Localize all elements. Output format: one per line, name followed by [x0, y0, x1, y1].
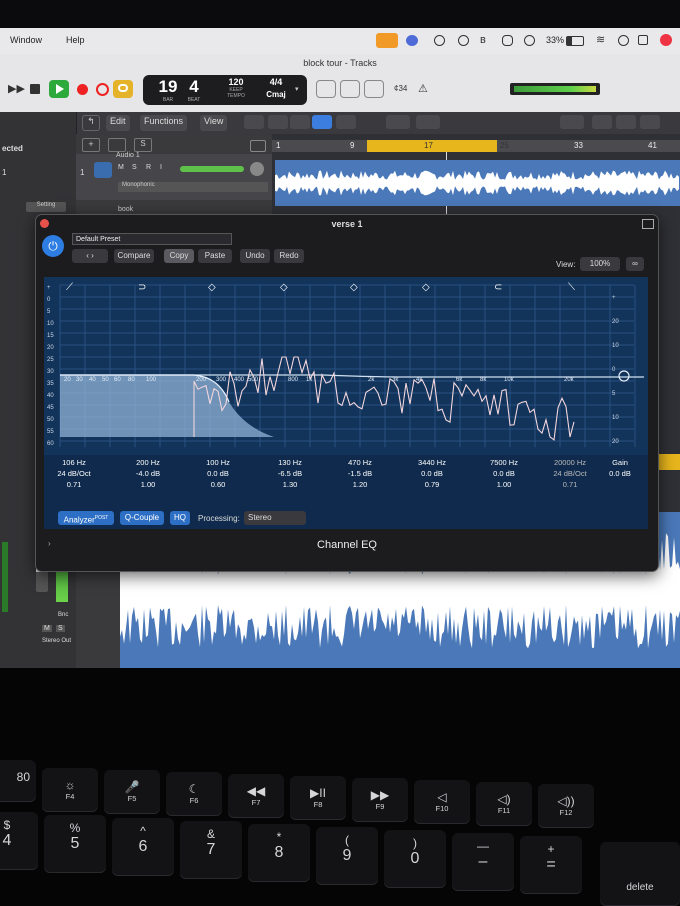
key-character: 0 — [410, 850, 420, 867]
function-key-icon: ▶▶ — [370, 788, 390, 802]
function-key-icon: ◀◀ — [246, 784, 266, 798]
delete-label: delete — [626, 882, 654, 893]
function-key-label: F5 — [127, 794, 137, 803]
function-key-label: F6 — [189, 796, 199, 805]
key-f11[interactable]: ◁) F11 — [476, 782, 532, 826]
key-f6[interactable]: ☾ F6 — [166, 772, 222, 816]
key-number[interactable]: (9 — [316, 827, 378, 885]
key-character: – — [478, 853, 488, 870]
key-f5[interactable]: 🎤 F5 — [104, 770, 160, 814]
key-number[interactable]: & 7 — [180, 821, 242, 879]
function-key-label: F8 — [313, 800, 323, 809]
delete-key[interactable]: delete — [600, 842, 680, 906]
function-key-label: F10 — [435, 804, 449, 813]
key-character: 8 — [274, 844, 284, 861]
key-number[interactable]: % 5 — [44, 815, 106, 873]
function-key-icon: ▶II — [310, 786, 326, 800]
key-number[interactable]: ^ 6 — [112, 818, 174, 876]
key-f10[interactable]: ◁ F10 — [414, 780, 470, 824]
function-key-icon: ☼ — [64, 778, 76, 792]
shift-symbol: — — [477, 839, 489, 853]
function-key-icon: ☾ — [188, 782, 200, 796]
function-key-icon: ◁ — [437, 790, 447, 804]
shift-symbol: ^ — [140, 824, 146, 838]
function-key-icon: 🎤 — [124, 780, 140, 794]
shift-symbol: & — [206, 827, 215, 841]
function-key-label: F12 — [559, 808, 573, 817]
key-character: 7 — [206, 841, 216, 858]
key-number[interactable]: * 8 — [248, 824, 310, 882]
shift-symbol: ( — [345, 833, 349, 847]
keyboard: 80 ☼ F4 🎤 F5 ☾ F6 ◀◀ F7 ▶II F8 ▶▶ F9 ◁ F10 ◁) F11 ◁)) F12 $… — [0, 0, 680, 906]
key-character: 4 — [2, 832, 12, 849]
key-character: 6 — [138, 838, 148, 855]
shift-symbol: + — [547, 842, 555, 856]
key-f8[interactable]: ▶II F8 — [290, 776, 346, 820]
shift-symbol: % — [69, 821, 81, 835]
key-f9[interactable]: ▶▶ F9 — [352, 778, 408, 822]
key-number[interactable]: + = — [520, 836, 582, 894]
key-number[interactable]: — – — [452, 833, 514, 891]
key-f12[interactable]: ◁)) F12 — [538, 784, 594, 828]
function-key-label: F4 — [65, 792, 75, 801]
shift-symbol: * — [276, 830, 282, 844]
f3-label: 80 — [16, 770, 30, 784]
key-f3[interactable]: 80 — [0, 760, 36, 802]
function-key-label: F7 — [251, 798, 261, 807]
key-character: 9 — [342, 847, 352, 864]
shift-symbol: $ — [3, 818, 11, 832]
function-key-label: F9 — [375, 802, 385, 811]
function-key-icon: ◁)) — [557, 794, 575, 808]
key-number[interactable]: $4 — [0, 812, 38, 870]
key-character: 5 — [70, 835, 80, 852]
key-character: = — [546, 856, 556, 873]
key-number[interactable]: ) 0 — [384, 830, 446, 888]
function-key-label: F11 — [497, 806, 511, 815]
shift-symbol: ) — [413, 836, 417, 850]
key-f4[interactable]: ☼ F4 — [42, 768, 98, 812]
function-key-icon: ◁) — [497, 792, 511, 806]
key-f7[interactable]: ◀◀ F7 — [228, 774, 284, 818]
